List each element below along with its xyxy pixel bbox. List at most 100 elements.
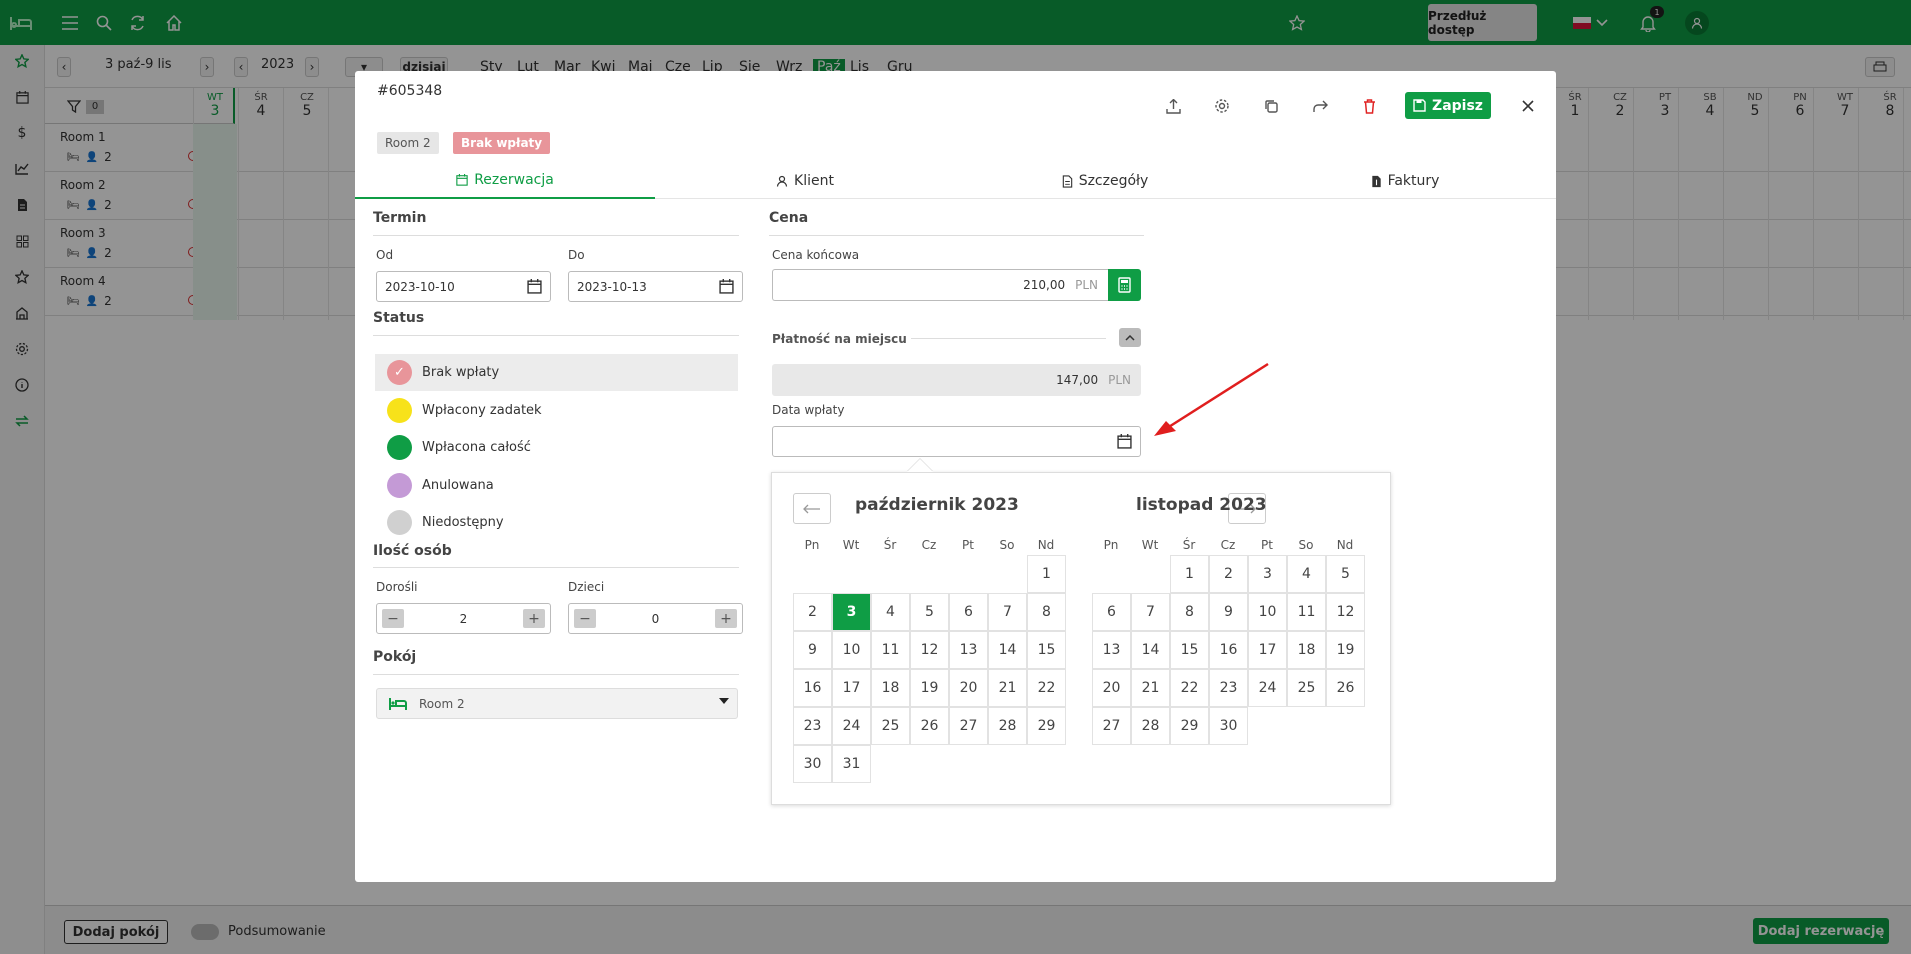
calendar-day[interactable]: 18 (1287, 631, 1326, 669)
calendar-day[interactable]: 27 (1092, 707, 1131, 745)
calendar-day[interactable]: 16 (793, 669, 832, 707)
delete-trash-icon[interactable] (1356, 93, 1382, 119)
calendar-day[interactable]: 6 (1092, 593, 1131, 631)
tab-reservation[interactable]: Rezerwacja (355, 163, 655, 199)
status-option[interactable]: Wpłacony zadatek (375, 392, 738, 429)
calendar-day[interactable]: 31 (832, 745, 871, 783)
price-calculator-button[interactable] (1108, 269, 1141, 301)
calendar-day[interactable]: 7 (1131, 593, 1170, 631)
calendar-day[interactable]: 28 (988, 707, 1027, 745)
calendar-day[interactable]: 22 (1027, 669, 1066, 707)
calendar-day[interactable]: 1 (1027, 555, 1066, 593)
calendar-day[interactable]: 2 (793, 593, 832, 631)
calendar-day[interactable]: 5 (910, 593, 949, 631)
status-color-dot (387, 397, 412, 423)
calendar-day[interactable]: 23 (793, 707, 832, 745)
calendar-day[interactable]: 1 (1170, 555, 1209, 593)
room-select[interactable]: Room 2 (376, 688, 738, 719)
adults-stepper[interactable]: − 2 + (376, 603, 551, 634)
calendar-day[interactable]: 8 (1027, 593, 1066, 631)
calendar-day[interactable]: 29 (1027, 707, 1066, 745)
calendar-day[interactable]: 30 (793, 745, 832, 783)
collapse-toggle-button[interactable] (1119, 328, 1141, 347)
calendar-day[interactable]: 2 (1209, 555, 1248, 593)
children-increment-button[interactable]: + (714, 609, 737, 628)
status-option[interactable]: Anulowana (375, 467, 738, 504)
calendar-day[interactable]: 13 (949, 631, 988, 669)
calendar-day[interactable]: 24 (832, 707, 871, 745)
calendar-icon[interactable] (527, 279, 542, 294)
from-date-input[interactable]: 2023-10-10 (376, 271, 551, 302)
calendar-day[interactable]: 12 (1326, 593, 1365, 631)
calendar-day[interactable]: 26 (910, 707, 949, 745)
calendar-day[interactable]: 6 (949, 593, 988, 631)
calendar-day[interactable]: 19 (1326, 631, 1365, 669)
calendar-day[interactable]: 10 (832, 631, 871, 669)
calendar-day[interactable]: 11 (871, 631, 910, 669)
calendar-day[interactable]: 9 (1209, 593, 1248, 631)
children-stepper[interactable]: − 0 + (568, 603, 743, 634)
calendar-day[interactable]: 15 (1170, 631, 1209, 669)
calendar-day[interactable]: 26 (1326, 669, 1365, 707)
calendar-day[interactable]: 15 (1027, 631, 1066, 669)
calendar-day[interactable]: 11 (1287, 593, 1326, 631)
adults-increment-button[interactable]: + (522, 609, 545, 628)
status-option[interactable]: ✓ Brak wpłaty (375, 354, 738, 391)
calendar-icon[interactable] (719, 279, 734, 294)
tab-client[interactable]: Klient (655, 163, 955, 199)
calculator-icon (1118, 277, 1131, 293)
final-price-input[interactable]: 210,00 PLN (772, 269, 1108, 301)
prev-month-button[interactable] (793, 493, 831, 524)
calendar-day[interactable]: 18 (871, 669, 910, 707)
calendar-day[interactable]: 3 (1248, 555, 1287, 593)
calendar-day[interactable]: 27 (949, 707, 988, 745)
calendar-day[interactable]: 9 (793, 631, 832, 669)
calendar-day[interactable]: 4 (1287, 555, 1326, 593)
calendar-day[interactable]: 5 (1326, 555, 1365, 593)
save-button[interactable]: Zapisz (1405, 92, 1491, 119)
calendar-day[interactable]: 4 (871, 593, 910, 631)
settings-gear-icon[interactable] (1209, 93, 1235, 119)
date-picker-popup: październik 2023 Pn Wt Śr Cz Pt So Nd 1 2 3 4 5 6 7 8 9 1… (771, 472, 1391, 805)
room-section-title: Pokój (373, 649, 417, 665)
calendar-day[interactable]: 25 (871, 707, 910, 745)
forward-share-icon[interactable] (1307, 93, 1333, 119)
calendar-day[interactable]: 12 (910, 631, 949, 669)
tab-details[interactable]: Szczegóły (955, 163, 1255, 199)
calendar-day[interactable]: 7 (988, 593, 1027, 631)
calendar-day[interactable]: 10 (1248, 593, 1287, 631)
status-option[interactable]: Wpłacona całość (375, 429, 738, 466)
calendar-day[interactable]: 3 (832, 593, 871, 631)
calendar-day[interactable]: 19 (910, 669, 949, 707)
to-date-input[interactable]: 2023-10-13 (568, 271, 743, 302)
calendar-day[interactable]: 13 (1092, 631, 1131, 669)
calendar-day[interactable]: 21 (1131, 669, 1170, 707)
term-section-title: Termin (373, 210, 427, 226)
copy-icon[interactable] (1258, 93, 1284, 119)
calendar-day[interactable]: 23 (1209, 669, 1248, 707)
calendar-day[interactable]: 20 (949, 669, 988, 707)
payment-date-input[interactable] (772, 426, 1141, 457)
status-section-title: Status (373, 310, 425, 326)
status-option[interactable]: Niedostępny (375, 504, 738, 541)
calendar-day[interactable]: 21 (988, 669, 1027, 707)
calendar-icon[interactable] (1117, 434, 1132, 449)
tab-invoices[interactable]: Faktury (1255, 163, 1555, 199)
calendar-day[interactable]: 20 (1092, 669, 1131, 707)
calendar-day[interactable]: 14 (988, 631, 1027, 669)
children-decrement-button[interactable]: − (574, 609, 596, 628)
calendar-day[interactable]: 17 (1248, 631, 1287, 669)
calendar-day[interactable]: 17 (832, 669, 871, 707)
calendar-day[interactable]: 30 (1209, 707, 1248, 745)
calendar-day[interactable]: 29 (1170, 707, 1209, 745)
calendar-day[interactable]: 16 (1209, 631, 1248, 669)
export-icon[interactable] (1160, 93, 1186, 119)
calendar-day[interactable]: 28 (1131, 707, 1170, 745)
calendar-day[interactable]: 14 (1131, 631, 1170, 669)
adults-decrement-button[interactable]: − (382, 609, 404, 628)
calendar-day[interactable]: 24 (1248, 669, 1287, 707)
calendar-day[interactable]: 8 (1170, 593, 1209, 631)
calendar-day[interactable]: 22 (1170, 669, 1209, 707)
close-icon[interactable] (1515, 93, 1541, 119)
calendar-day[interactable]: 25 (1287, 669, 1326, 707)
